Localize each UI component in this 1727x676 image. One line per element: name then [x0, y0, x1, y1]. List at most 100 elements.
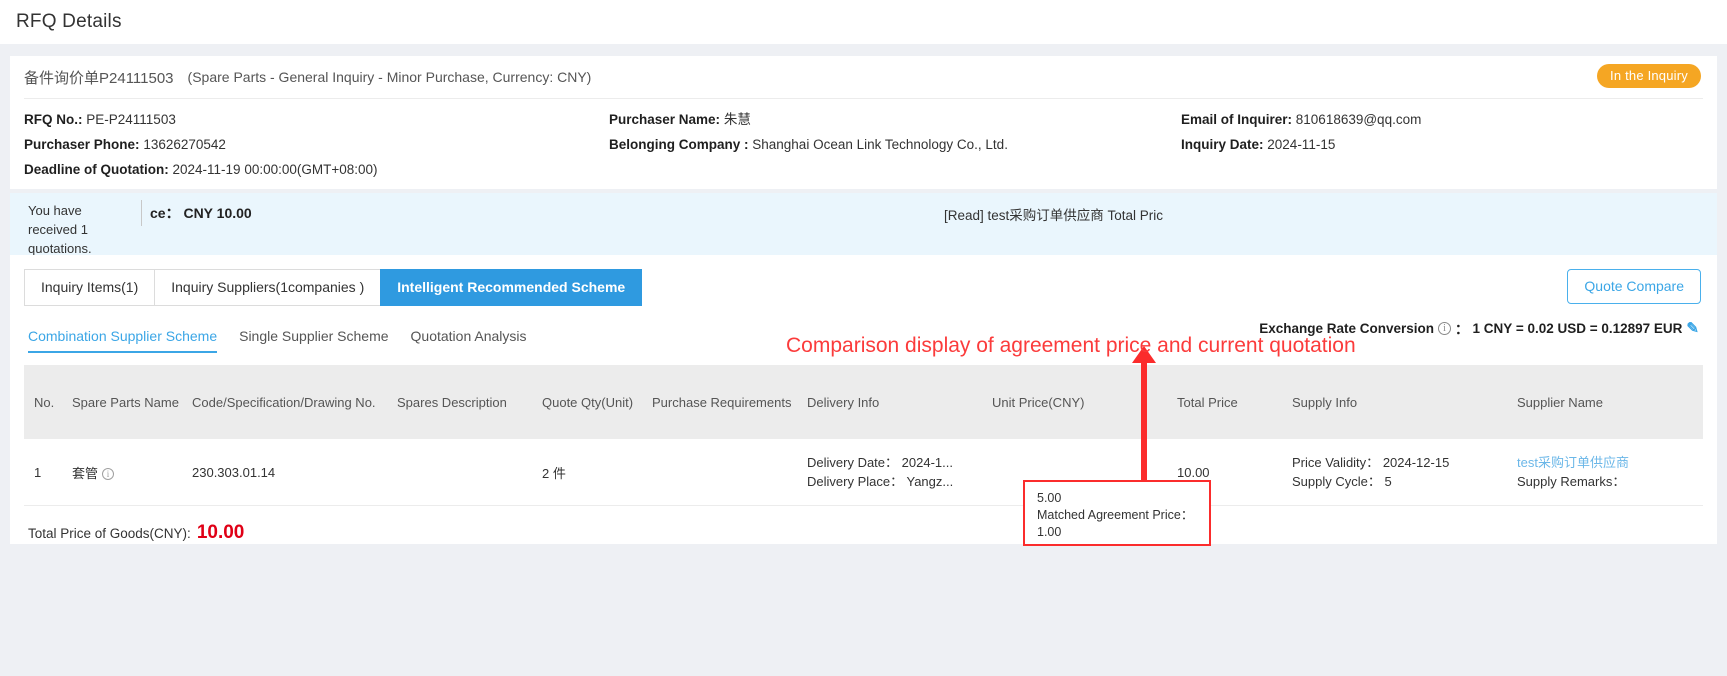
col-spares-description: Spares Description: [397, 365, 542, 439]
supply-cycle-value: 5: [1384, 474, 1392, 489]
cell-supply-info: Price Validity： 2024-12-15 Supply Cycle：…: [1292, 439, 1517, 506]
col-spare-parts-name: Spare Parts Name: [72, 365, 192, 439]
unit-price-highlight-box: 5.00 Matched Agreement Price： 1.00: [1023, 480, 1211, 546]
total-price-label: Total Price of Goods(CNY):: [28, 526, 191, 541]
purchaser-phone-label: Purchaser Phone:: [24, 137, 140, 152]
rfq-details-page: RFQ Details 备件询价单P24111503 (Spare Parts …: [0, 0, 1727, 676]
delivery-date-value: 2024-1...: [901, 455, 953, 470]
delivery-place-line: Delivery Place： Yangz...: [807, 472, 992, 491]
purchaser-phone-value: 13626270542: [143, 137, 226, 152]
recommended-scheme-table: No. Spare Parts Name Code/Specification/…: [24, 365, 1703, 506]
info-grid-filler-2: [1181, 161, 1703, 179]
tab-inquiry-items[interactable]: Inquiry Items(1): [24, 269, 155, 306]
cell-spare-parts-name: 套管 i: [72, 439, 192, 506]
total-price-row: Total Price of Goods(CNY): 10.00: [10, 506, 1717, 544]
tabs-panel: Inquiry Items(1) Inquiry Suppliers(1comp…: [10, 255, 1717, 544]
info-icon[interactable]: i: [1438, 321, 1452, 335]
matched-agreement-price-value: 1.00: [1037, 525, 1062, 539]
cell-code: 230.303.01.14: [192, 439, 397, 506]
col-no: No.: [24, 365, 72, 439]
rfq-no-value: PE-P24111503: [86, 112, 176, 127]
total-price-amount: 10.00: [196, 522, 245, 543]
matched-agreement-price-label: Matched Agreement Price：: [1037, 508, 1194, 522]
tab-inquiry-suppliers[interactable]: Inquiry Suppliers(1companies ): [154, 269, 381, 306]
quotation-count-text: You have received 1 quotations.: [28, 203, 92, 255]
quote-compare-button[interactable]: Quote Compare: [1567, 269, 1701, 304]
purchaser-name-label: Purchaser Name:: [609, 112, 721, 127]
delivery-date-label: Delivery Date：: [807, 455, 899, 470]
price-validity-line: Price Validity： 2024-12-15: [1292, 453, 1517, 472]
rfq-title-cn: 备件询价单P24111503: [24, 69, 174, 87]
annotation-text: Comparison display of agreement price an…: [786, 334, 1356, 357]
status-badge: In the Inquiry: [1597, 64, 1701, 88]
belonging-company-value: Shanghai Ocean Link Technology Co., Ltd.: [752, 137, 1008, 152]
exchange-rate-separator: ：: [1455, 322, 1469, 337]
unit-price-value: 5.00: [1037, 491, 1062, 505]
deadline-label: Deadline of Quotation:: [24, 162, 169, 177]
email-field: Email of Inquirer: 810618639@qq.com: [1181, 111, 1703, 129]
cell-no: 1: [24, 439, 72, 506]
deadline-value: 2024-11-19 00:00:00(GMT+08:00): [172, 162, 378, 177]
table-header-row: No. Spare Parts Name Code/Specification/…: [24, 365, 1703, 439]
purchaser-name-value: 朱慧: [723, 112, 751, 127]
col-unit-price: Unit Price(CNY): [992, 365, 1177, 439]
col-delivery-info: Delivery Info: [807, 365, 992, 439]
spare-parts-name-text: 套管: [72, 465, 99, 481]
table-body: 1 套管 i 230.303.01.14 2 件 Delivery Date： 2…: [24, 439, 1703, 506]
info-icon[interactable]: i: [102, 467, 115, 480]
banner-divider: [141, 200, 142, 226]
title-spacer: [0, 44, 1727, 56]
email-value: 810618639@qq.com: [1295, 112, 1422, 127]
subtab-quotation-analysis[interactable]: Quotation Analysis: [411, 328, 527, 353]
cell-purchase-requirements: [652, 439, 807, 506]
inquiry-date-label: Inquiry Date:: [1181, 137, 1264, 152]
banner-total-price-text: ce： CNY 10.00: [150, 205, 252, 221]
page-title-bar: RFQ Details: [0, 0, 1727, 44]
cell-quote-qty: 2 件: [542, 439, 652, 506]
annotation-arrow-icon: [1132, 346, 1156, 482]
col-quote-qty: Quote Qty(Unit): [542, 365, 652, 439]
belonging-company-label: Belonging Company :: [609, 137, 749, 152]
inquiry-date-field: Inquiry Date: 2024-11-15: [1181, 136, 1703, 154]
purchaser-phone-field: Purchaser Phone: 13626270542: [24, 136, 609, 154]
info-grid-filler-1: [609, 161, 1181, 179]
col-code: Code/Specification/Drawing No.: [192, 365, 397, 439]
price-validity-label: Price Validity：: [1292, 455, 1380, 470]
col-purchase-requirements: Purchase Requirements: [652, 365, 807, 439]
supply-remarks-label: Supply Remarks：: [1517, 474, 1626, 489]
rfq-title-en: (Spare Parts - General Inquiry - Minor P…: [187, 69, 592, 85]
table-header: No. Spare Parts Name Code/Specification/…: [24, 365, 1703, 439]
supply-cycle-line: Supply Cycle： 5: [1292, 472, 1517, 491]
banner-read-message: [Read] test采购订单供应商 Total Pric: [944, 208, 1164, 223]
rfq-card-header: 备件询价单P24111503 (Spare Parts - General In…: [10, 56, 1717, 98]
subtab-combination-supplier-scheme[interactable]: Combination Supplier Scheme: [28, 328, 218, 353]
supply-cycle-label: Supply Cycle：: [1292, 474, 1381, 489]
col-total-price: Total Price: [1177, 365, 1292, 439]
page-title: RFQ Details: [16, 11, 122, 32]
quotation-notice-banner: You have received 1 quotations. ce： CNY …: [10, 193, 1717, 255]
col-supply-info: Supply Info: [1292, 365, 1517, 439]
delivery-place-value: Yangz...: [906, 474, 954, 489]
cell-spares-description: [397, 439, 542, 506]
belonging-company-field: Belonging Company : Shanghai Ocean Link …: [609, 136, 1181, 154]
tab-bar: Inquiry Items(1) Inquiry Suppliers(1comp…: [10, 269, 1717, 306]
cell-delivery-info: Delivery Date： 2024-1... Delivery Place：…: [807, 439, 992, 506]
email-label: Email of Inquirer:: [1181, 112, 1293, 127]
subtab-single-supplier-scheme[interactable]: Single Supplier Scheme: [239, 328, 388, 353]
delivery-place-label: Delivery Place：: [807, 474, 904, 489]
purchaser-name-field: Purchaser Name: 朱慧: [609, 111, 1181, 129]
cell-supplier-name: test采购订单供应商 Supply Remarks：: [1517, 439, 1703, 506]
rfq-summary-card: 备件询价单P24111503 (Spare Parts - General In…: [10, 56, 1717, 189]
table-row: 1 套管 i 230.303.01.14 2 件 Delivery Date： 2…: [24, 439, 1703, 506]
rfq-no-label: RFQ No.:: [24, 112, 83, 127]
tab-intelligent-recommended-scheme[interactable]: Intelligent Recommended Scheme: [380, 269, 643, 306]
deadline-field: Deadline of Quotation: 2024-11-19 00:00:…: [24, 161, 609, 179]
rfq-info-grid: RFQ No.: PE-P24111503 Purchaser Name: 朱慧…: [10, 99, 1717, 189]
inquiry-date-value: 2024-11-15: [1267, 137, 1336, 152]
col-supplier-name: Supplier Name: [1517, 365, 1703, 439]
exchange-rate-value: 1 CNY = 0.02 USD = 0.12897 EUR: [1472, 320, 1683, 336]
price-validity-value: 2024-12-15: [1382, 455, 1450, 470]
supplier-name-link[interactable]: test采购订单供应商: [1517, 453, 1703, 472]
delivery-date-line: Delivery Date： 2024-1...: [807, 453, 992, 472]
edit-icon[interactable]: ✎: [1686, 319, 1699, 337]
